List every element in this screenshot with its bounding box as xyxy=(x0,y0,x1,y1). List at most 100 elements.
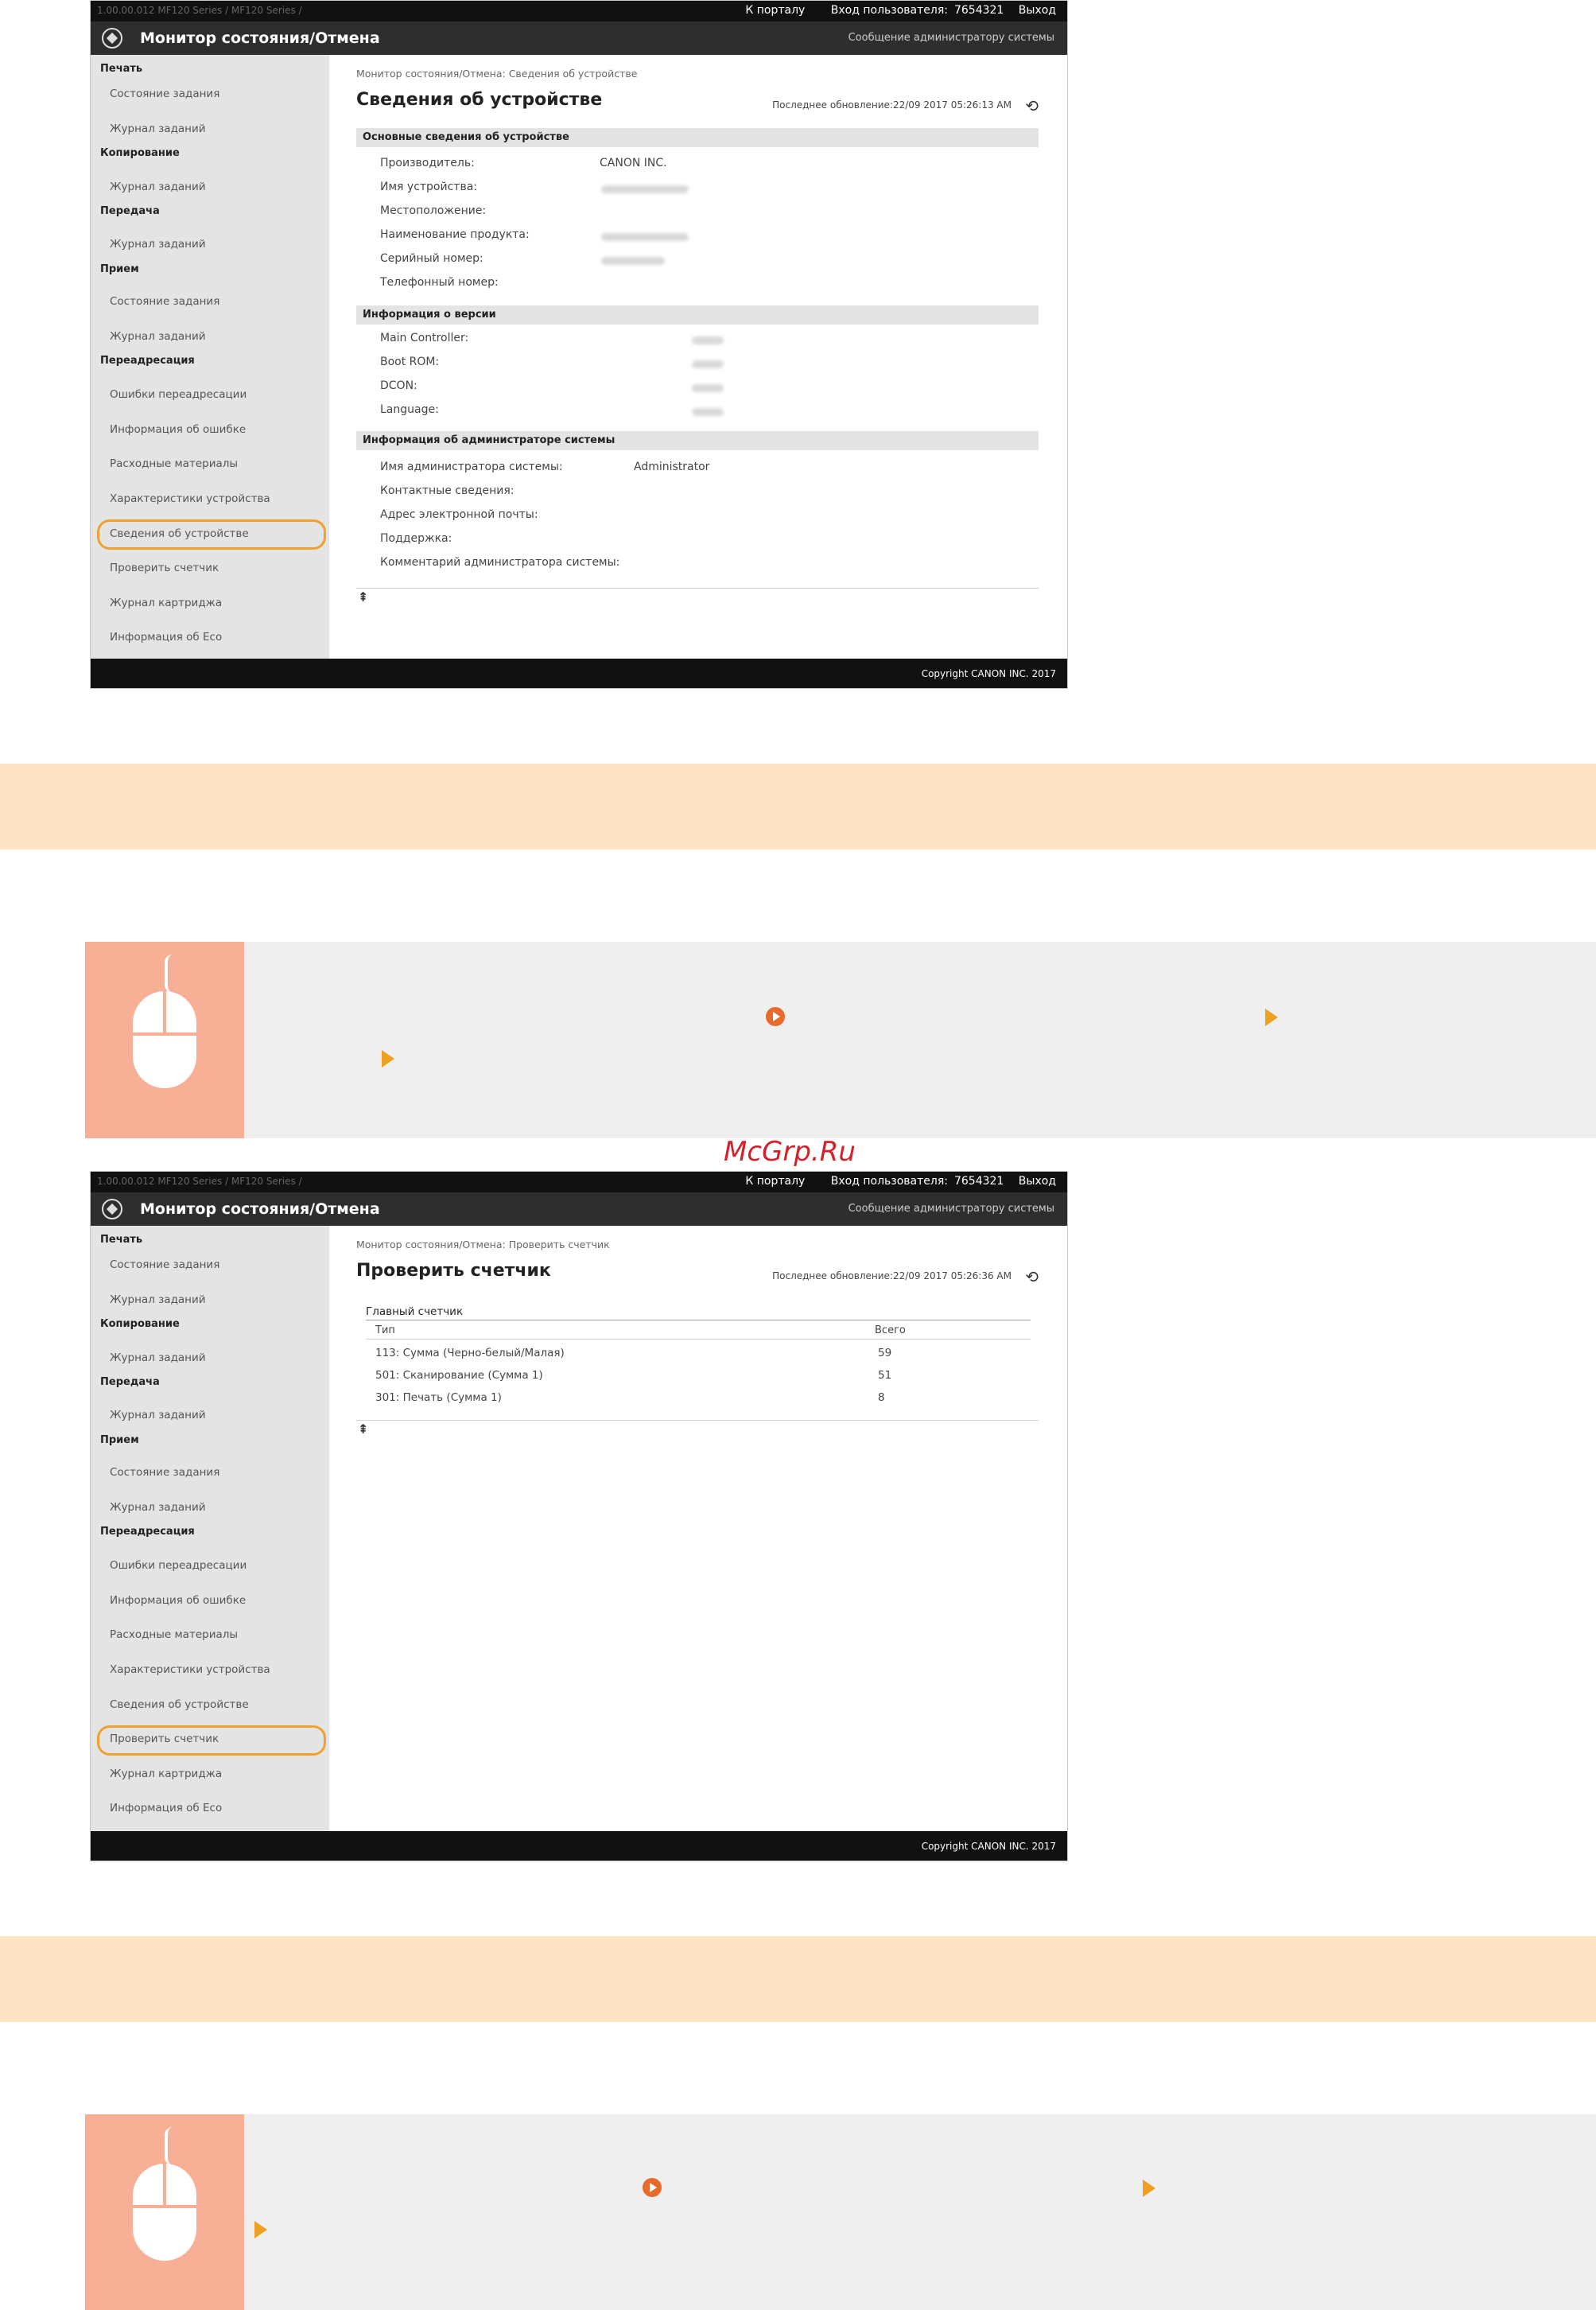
back-to-top-icon[interactable]: ⇞ xyxy=(358,1421,368,1437)
arrow-right-icon xyxy=(254,2221,267,2238)
mouse-icon-panel xyxy=(85,2114,244,2310)
device-name-label: Имя устройства: xyxy=(380,181,477,193)
language-label: Language: xyxy=(380,403,439,416)
sidebar-item-device-features[interactable]: Характеристики устройства xyxy=(110,492,270,505)
screenshot-device-info: 1.00.00.012 MF120 Series / MF120 Series … xyxy=(90,0,1068,689)
sidebar-group-print: Печать xyxy=(100,1234,143,1246)
sidebar-item-error-info[interactable]: Информация об ошибке xyxy=(110,1594,246,1607)
logout-link[interactable]: Выход xyxy=(1019,1175,1056,1188)
mouse-icon xyxy=(133,2164,196,2261)
admin-message-link[interactable]: Сообщение администратору системы xyxy=(848,1203,1054,1215)
main-content: Монитор состояния/Отмена: Сведения об ус… xyxy=(329,55,1067,659)
section-version-info: Информация о версии xyxy=(356,305,1039,325)
sidebar-item-device-features[interactable]: Характеристики устройства xyxy=(110,1663,270,1676)
main-controller-label: Main Controller: xyxy=(380,332,469,344)
counter-row-type: 301: Печать (Сумма 1) xyxy=(375,1391,502,1404)
sidebar-item-consumables[interactable]: Расходные материалы xyxy=(110,457,238,470)
sidebar-group-forward: Переадресация xyxy=(100,355,195,367)
blurred-value xyxy=(692,360,724,368)
sidebar-item-device-info[interactable]: Сведения об устройстве xyxy=(110,527,249,540)
sidebar-item-receive-job-log[interactable]: Журнал заданий xyxy=(110,330,206,343)
sidebar-item-cartridge-log[interactable]: Журнал картриджа xyxy=(110,1768,222,1780)
app-header: Монитор состояния/Отмена Сообщение админ… xyxy=(91,1192,1067,1226)
email-label: Адрес электронной почты: xyxy=(380,508,538,521)
sidebar-group-receive: Прием xyxy=(100,1434,139,1446)
sidebar-item-copy-job-log[interactable]: Журнал заданий xyxy=(110,181,206,193)
sidebar-item-eco-info[interactable]: Информация об Eco xyxy=(110,631,222,644)
portal-link[interactable]: К порталу xyxy=(745,4,805,17)
sidebar-item-forward-errors[interactable]: Ошибки переадресации xyxy=(110,388,247,401)
footer: Copyright CANON INC. 2017 xyxy=(91,1831,1067,1861)
sidebar-item-eco-info[interactable]: Информация об Eco xyxy=(110,1802,222,1814)
version-info: 1.00.00.012 MF120 Series / MF120 Series … xyxy=(97,1176,302,1187)
logout-link[interactable]: Выход xyxy=(1019,4,1056,17)
remote-ui-logo-icon xyxy=(102,28,122,49)
phone-label: Телефонный номер: xyxy=(380,276,499,289)
link-circle-icon xyxy=(643,2178,662,2197)
page-title: Проверить счетчик xyxy=(356,1261,551,1281)
sidebar-item-cartridge-log[interactable]: Журнал картриджа xyxy=(110,597,222,609)
top-bar: 1.00.00.012 MF120 Series / MF120 Series … xyxy=(91,1,1067,21)
sidebar-item-receive-job-log[interactable]: Журнал заданий xyxy=(110,1501,206,1514)
top-bar: 1.00.00.012 MF120 Series / MF120 Series … xyxy=(91,1172,1067,1192)
sidebar-item-error-info[interactable]: Информация об ошибке xyxy=(110,423,246,436)
counter-row-total: 51 xyxy=(878,1369,892,1382)
column-total: Всего xyxy=(875,1324,906,1336)
back-to-top-icon[interactable]: ⇞ xyxy=(358,589,368,605)
arrow-right-icon xyxy=(1143,2180,1155,2197)
instruction-box xyxy=(85,942,1596,1138)
sidebar-item-receive-job-status[interactable]: Состояние задания xyxy=(110,295,219,308)
sidebar: Печать Состояние задания Журнал заданий … xyxy=(91,55,329,659)
watermark: McGrp.Ru xyxy=(724,1136,856,1168)
step-banner xyxy=(0,764,1596,850)
footer: Copyright CANON INC. 2017 xyxy=(91,659,1067,688)
product-name-label: Наименование продукта: xyxy=(380,228,530,241)
sidebar-item-send-job-log[interactable]: Журнал заданий xyxy=(110,238,206,251)
sidebar-item-print-job-log[interactable]: Журнал заданий xyxy=(110,122,206,135)
divider xyxy=(356,1420,1039,1421)
refresh-icon[interactable]: ⟲ xyxy=(1025,96,1039,115)
copyright: Copyright CANON INC. 2017 xyxy=(921,1841,1056,1852)
location-label: Местоположение: xyxy=(380,204,487,217)
sidebar-item-consumables[interactable]: Расходные материалы xyxy=(110,1628,238,1641)
arrow-right-icon xyxy=(1265,1009,1278,1026)
sidebar-group-print: Печать xyxy=(100,63,143,75)
column-type: Тип xyxy=(375,1324,395,1336)
sidebar-item-check-counter[interactable]: Проверить счетчик xyxy=(110,1732,219,1745)
link-circle-icon xyxy=(766,1007,785,1026)
mouse-cord xyxy=(165,2127,182,2165)
sidebar-item-receive-job-status[interactable]: Состояние задания xyxy=(110,1466,219,1479)
sidebar-item-print-job-status[interactable]: Состояние задания xyxy=(110,1258,219,1271)
sidebar-group-forward: Переадресация xyxy=(100,1526,195,1538)
sidebar-group-send: Передача xyxy=(100,1376,160,1388)
sidebar-item-print-job-status[interactable]: Состояние задания xyxy=(110,88,219,100)
contact-label: Контактные сведения: xyxy=(380,484,515,497)
sidebar-item-device-info[interactable]: Сведения об устройстве xyxy=(110,1698,249,1711)
counter-row-total: 8 xyxy=(878,1391,885,1404)
serial-label: Серийный номер: xyxy=(380,252,483,265)
instruction-box xyxy=(85,2114,1596,2310)
sidebar-item-send-job-log[interactable]: Журнал заданий xyxy=(110,1409,206,1421)
sidebar-item-forward-errors[interactable]: Ошибки переадресации xyxy=(110,1559,247,1572)
arrow-right-icon xyxy=(382,1050,394,1068)
login-user: 7654321 xyxy=(953,4,1004,17)
blurred-value xyxy=(692,384,724,392)
login-label: Вход пользователя: xyxy=(830,4,948,17)
admin-message-link[interactable]: Сообщение администратору системы xyxy=(848,32,1054,44)
version-info: 1.00.00.012 MF120 Series / MF120 Series … xyxy=(97,5,302,16)
section-basic-info: Основные сведения об устройстве xyxy=(356,128,1039,147)
portal-link[interactable]: К порталу xyxy=(745,1175,805,1188)
counter-row-type: 113: Сумма (Черно-белый/Малая) xyxy=(375,1347,565,1359)
sidebar-item-print-job-log[interactable]: Журнал заданий xyxy=(110,1293,206,1306)
sidebar-item-check-counter[interactable]: Проверить счетчик xyxy=(110,562,219,574)
sidebar: Печать Состояние задания Журнал заданий … xyxy=(91,1226,329,1831)
breadcrumb: Монитор состояния/Отмена: Проверить счет… xyxy=(356,1239,610,1250)
refresh-icon[interactable]: ⟲ xyxy=(1025,1267,1039,1286)
main-content: Монитор состояния/Отмена: Проверить счет… xyxy=(329,1226,1067,1831)
dcon-label: DCON: xyxy=(380,379,417,392)
remote-ui-logo-icon xyxy=(102,1199,122,1219)
screenshot-check-counter: 1.00.00.012 MF120 Series / MF120 Series … xyxy=(90,1171,1068,1861)
sidebar-item-copy-job-log[interactable]: Журнал заданий xyxy=(110,1351,206,1364)
copyright: Copyright CANON INC. 2017 xyxy=(921,668,1056,679)
sidebar-group-copy: Копирование xyxy=(100,147,180,159)
